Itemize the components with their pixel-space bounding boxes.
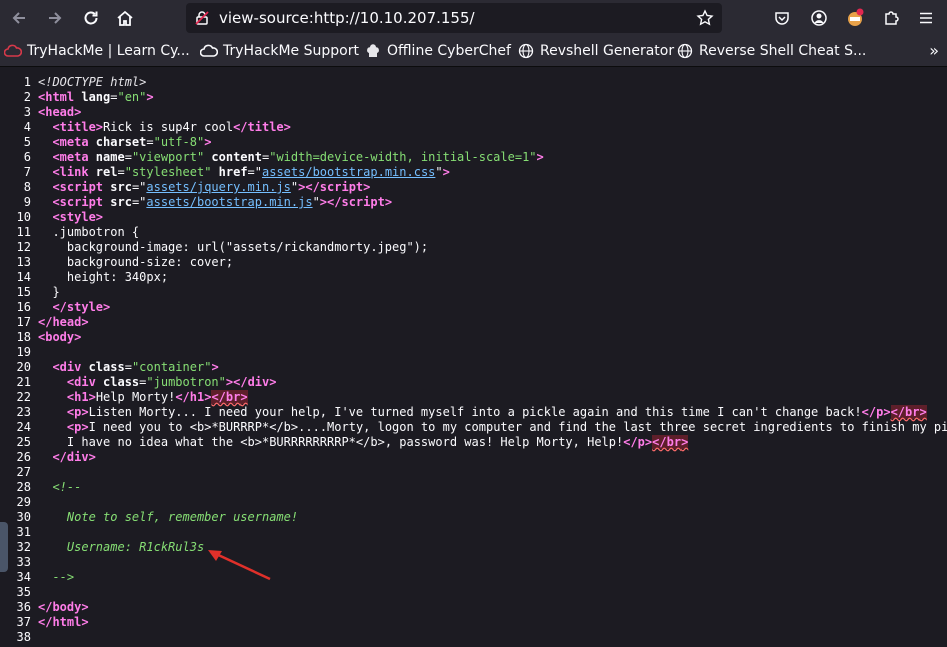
source-line: 22 <h1>Help Morty!</h1></br> bbox=[16, 390, 248, 404]
reload-button[interactable] bbox=[78, 6, 104, 30]
globe-icon bbox=[676, 43, 694, 59]
forward-button[interactable] bbox=[42, 6, 68, 30]
sidebar-toggle-handle[interactable] bbox=[0, 522, 8, 572]
bookmark-tryhackme-support[interactable]: TryHackMe Support bbox=[200, 42, 359, 60]
home-icon bbox=[117, 10, 133, 26]
browser-toolbar: view-source:http://10.10.207.155/ bbox=[0, 0, 947, 36]
source-line: 9 <script src="assets/bootstrap.min.js">… bbox=[23, 195, 393, 209]
jquery-script-link[interactable]: assets/jquery.min.js bbox=[146, 180, 291, 194]
source-line: 24 <p>I need you to <b>*BURRRP*</b>....M… bbox=[16, 420, 947, 434]
account-icon[interactable] bbox=[808, 7, 830, 29]
back-arrow-icon bbox=[12, 12, 25, 24]
url-text[interactable]: view-source:http://10.10.207.155/ bbox=[219, 9, 475, 27]
insecure-lock-icon[interactable] bbox=[194, 10, 210, 30]
source-line: 11 .jumbotron { bbox=[16, 225, 140, 239]
source-line: 1 <!DOCTYPE html> bbox=[23, 75, 147, 89]
forward-arrow-icon bbox=[49, 12, 62, 24]
source-line: 38 bbox=[16, 630, 31, 644]
source-line: 29 bbox=[16, 495, 31, 509]
extension-fox-icon[interactable] bbox=[844, 7, 866, 29]
source-line: 23 <p>Listen Morty... I need your help, … bbox=[16, 405, 927, 419]
bookmark-tryhackme[interactable]: TryHackMe | Learn Cy... bbox=[4, 42, 190, 60]
source-line: 35 bbox=[16, 585, 31, 599]
source-line: 37 </html> bbox=[16, 615, 89, 629]
home-button[interactable] bbox=[112, 6, 138, 30]
source-line: 32 Username: R1ckRul3s bbox=[16, 540, 205, 554]
reload-icon bbox=[84, 11, 98, 25]
source-line: 6 <meta name="viewport" content="width=d… bbox=[23, 150, 544, 164]
bookmark-label: Reverse Shell Cheat S... bbox=[699, 43, 867, 59]
bookmark-label: TryHackMe Support bbox=[223, 43, 359, 59]
bookmark-label: TryHackMe | Learn Cy... bbox=[27, 43, 190, 59]
username-comment: Username: R1ckRul3s bbox=[66, 540, 205, 554]
source-line: 34 --> bbox=[16, 570, 75, 584]
source-line: 18 <body> bbox=[16, 330, 82, 344]
pocket-icon[interactable] bbox=[771, 7, 793, 29]
view-source-content: 1 <!DOCTYPE html> 2 <html lang="en"> 3 <hea… bbox=[0, 67, 947, 647]
source-line: 28 <!-- bbox=[16, 480, 82, 494]
bookmarks-overflow-chevron-icon[interactable]: » bbox=[929, 41, 939, 60]
bookmark-revshell-generator[interactable]: Revshell Generator bbox=[517, 42, 674, 60]
source-line: 21 <div class="jumbotron"></div> bbox=[16, 375, 277, 389]
source-line: 16 </style> bbox=[16, 300, 111, 314]
bookmark-offline-cyberchef[interactable]: Offline CyberChef bbox=[364, 42, 511, 60]
source-line: 20 <div class="container"> bbox=[16, 360, 219, 374]
source-line: 19 bbox=[16, 345, 31, 359]
globe-icon bbox=[517, 43, 535, 59]
stylesheet-link[interactable]: assets/bootstrap.min.css bbox=[262, 165, 435, 179]
source-line: 5 <meta charset="utf-8"> bbox=[23, 135, 212, 149]
source-line: 30 Note to self, remember username! bbox=[16, 510, 299, 524]
bookmark-label: Revshell Generator bbox=[540, 43, 675, 59]
bookmark-label: Offline CyberChef bbox=[387, 43, 511, 59]
tryhackme-cloud-icon bbox=[4, 43, 22, 59]
bootstrap-script-link[interactable]: assets/bootstrap.min.js bbox=[146, 195, 312, 209]
source-line: 2 <html lang="en"> bbox=[23, 90, 154, 104]
menu-icon[interactable] bbox=[915, 7, 937, 29]
bookmark-star-icon[interactable] bbox=[696, 9, 714, 31]
parse-error-highlight: </br bbox=[652, 435, 682, 449]
source-line: 25 I have no idea what the <b>*BURRRRRRR… bbox=[16, 435, 689, 449]
source-line: 17 </head> bbox=[16, 315, 89, 329]
source-line: 8 <script src="assets/jquery.min.js"></s… bbox=[23, 180, 371, 194]
source-line: 12 background-image: url("assets/rickand… bbox=[16, 240, 429, 254]
bookmark-reverse-shell-cheat-sheet[interactable]: Reverse Shell Cheat S... bbox=[676, 42, 866, 60]
bookmarks-toolbar: TryHackMe | Learn Cy... TryHackMe Suppor… bbox=[0, 36, 947, 67]
parse-error-highlight: </br bbox=[211, 390, 241, 404]
source-line: 14 height: 340px; bbox=[16, 270, 169, 284]
source-line: 3 <head> bbox=[23, 105, 82, 119]
source-line: 15 } bbox=[16, 285, 60, 299]
address-bar[interactable]: view-source:http://10.10.207.155/ bbox=[186, 3, 722, 33]
parse-error-highlight: </br bbox=[890, 405, 920, 419]
back-button[interactable] bbox=[6, 6, 32, 30]
source-line: 7 <link rel="stylesheet" href="assets/bo… bbox=[23, 165, 450, 179]
source-line: 13 background-size: cover; bbox=[16, 255, 234, 269]
source-line: 4 <title>Rick is sup4r cool</title> bbox=[23, 120, 291, 134]
chef-hat-icon bbox=[364, 43, 382, 59]
annotation-arrow-icon bbox=[208, 550, 271, 581]
source-line: 36 </body> bbox=[16, 600, 89, 614]
source-line: 10 <style> bbox=[16, 210, 104, 224]
source-line: 27 bbox=[16, 465, 31, 479]
source-line: 26 </div> bbox=[16, 450, 96, 464]
extensions-puzzle-icon[interactable] bbox=[880, 7, 902, 29]
support-cloud-icon bbox=[200, 43, 218, 59]
